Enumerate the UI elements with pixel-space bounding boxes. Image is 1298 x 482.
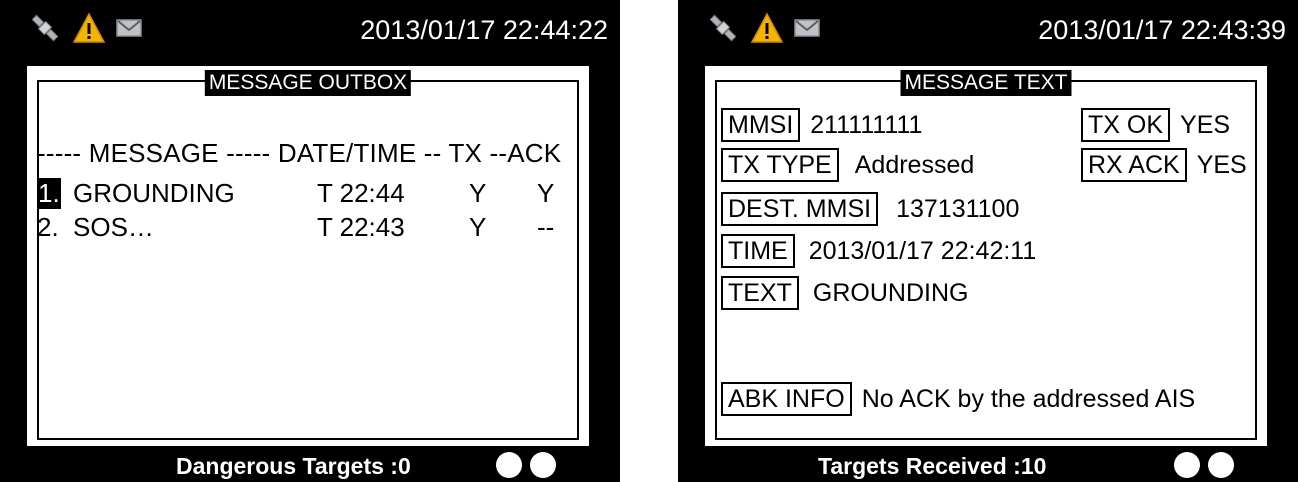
status-icons	[28, 10, 142, 50]
status-datetime: 2013/01/17 22:44:22	[360, 15, 608, 45]
row-number: 1.	[37, 178, 61, 209]
satellite-icon	[28, 11, 62, 50]
tx-ok-value: YES	[1180, 111, 1231, 139]
tx-ok-label: TX OK	[1081, 108, 1171, 142]
status-dot-icon	[1208, 452, 1234, 478]
row-ack: --	[537, 212, 555, 242]
text-label: TEXT	[721, 276, 799, 310]
message-text-screen: 2013/01/17 22:43:39 MESSAGE TEXT MMSI 211…	[678, 0, 1298, 482]
abk-info-label: ABK INFO	[721, 382, 852, 416]
abk-info-field: ABK INFO No ACK by the addressed AIS	[721, 382, 1195, 416]
mail-icon	[116, 18, 142, 43]
status-dot-icon	[496, 452, 522, 478]
panel-title: MESSAGE TEXT	[900, 70, 1072, 96]
message-outbox-panel: MESSAGE OUTBOX ----- MESSAGE ----- DATE/…	[25, 64, 591, 448]
tx-type-field: TX TYPE Addressed	[721, 148, 974, 182]
status-dot-icon	[1174, 452, 1200, 478]
rx-ack-label: RX ACK	[1081, 148, 1187, 182]
status-datetime: 2013/01/17 22:43:39	[1038, 15, 1286, 45]
warning-icon	[750, 11, 784, 49]
tx-type-value: Addressed	[854, 151, 975, 179]
abk-info-value: No ACK by the addressed AIS	[861, 385, 1196, 413]
mmsi-field: MMSI 211111111	[721, 108, 922, 142]
mmsi-value: 211111111	[810, 111, 923, 139]
outbox-screen: 2013/01/17 22:44:22 MESSAGE OUTBOX -----…	[0, 0, 620, 482]
dangerous-targets-count: Dangerous Targets :0	[176, 453, 411, 479]
outbox-row[interactable]: 2. SOS… T 22:43 Y --	[37, 212, 577, 244]
row-tx: Y	[469, 212, 487, 242]
dest-mmsi-label: DEST. MMSI	[721, 192, 879, 226]
status-dot-icon	[530, 452, 556, 478]
dest-mmsi-value: 137131100	[896, 195, 1020, 223]
message-text-panel: MESSAGE TEXT MMSI 211111111 TX OK YES TX T…	[703, 64, 1269, 448]
warning-icon	[72, 11, 106, 49]
row-time: T 22:44	[317, 178, 405, 208]
row-number: 2.	[37, 212, 59, 242]
status-icons	[706, 10, 820, 50]
panel-title: MESSAGE OUTBOX	[204, 70, 412, 96]
rx-ack-field: RX ACK YES	[1081, 148, 1247, 182]
row-tx: Y	[469, 178, 487, 208]
time-label: TIME	[721, 234, 795, 268]
tx-type-label: TX TYPE	[721, 148, 839, 182]
rx-ack-value: YES	[1196, 151, 1247, 179]
row-message: GROUNDING	[73, 178, 235, 208]
mmsi-label: MMSI	[721, 108, 801, 142]
row-message: SOS…	[73, 212, 154, 242]
satellite-icon	[706, 11, 740, 50]
targets-received-count: Targets Received :10	[818, 453, 1047, 479]
panel-frame: MESSAGE OUTBOX	[37, 70, 579, 440]
status-dots	[496, 452, 556, 478]
dest-mmsi-field: DEST. MMSI 137131100	[721, 192, 1019, 226]
bottom-bar: Dangerous Targets :0	[0, 448, 620, 482]
status-bar: 2013/01/17 22:43:39	[678, 0, 1298, 58]
outbox-row[interactable]: 1. GROUNDING T 22:44 Y Y	[37, 178, 577, 210]
text-value: GROUNDING	[812, 279, 969, 307]
mail-icon	[794, 18, 820, 43]
status-bar: 2013/01/17 22:44:22	[0, 0, 620, 58]
row-time: T 22:43	[317, 212, 405, 242]
bottom-bar: Targets Received :10	[678, 448, 1298, 482]
row-ack: Y	[537, 178, 555, 208]
time-value: 2013/01/17 22:42:11	[808, 237, 1037, 265]
time-field: TIME 2013/01/17 22:42:11	[721, 234, 1036, 268]
table-header: ----- MESSAGE ----- DATE/TIME -- TX --AC…	[37, 138, 562, 168]
text-field: TEXT GROUNDING	[721, 276, 968, 310]
tx-ok-field: TX OK YES	[1081, 108, 1230, 142]
status-dots	[1174, 452, 1234, 478]
